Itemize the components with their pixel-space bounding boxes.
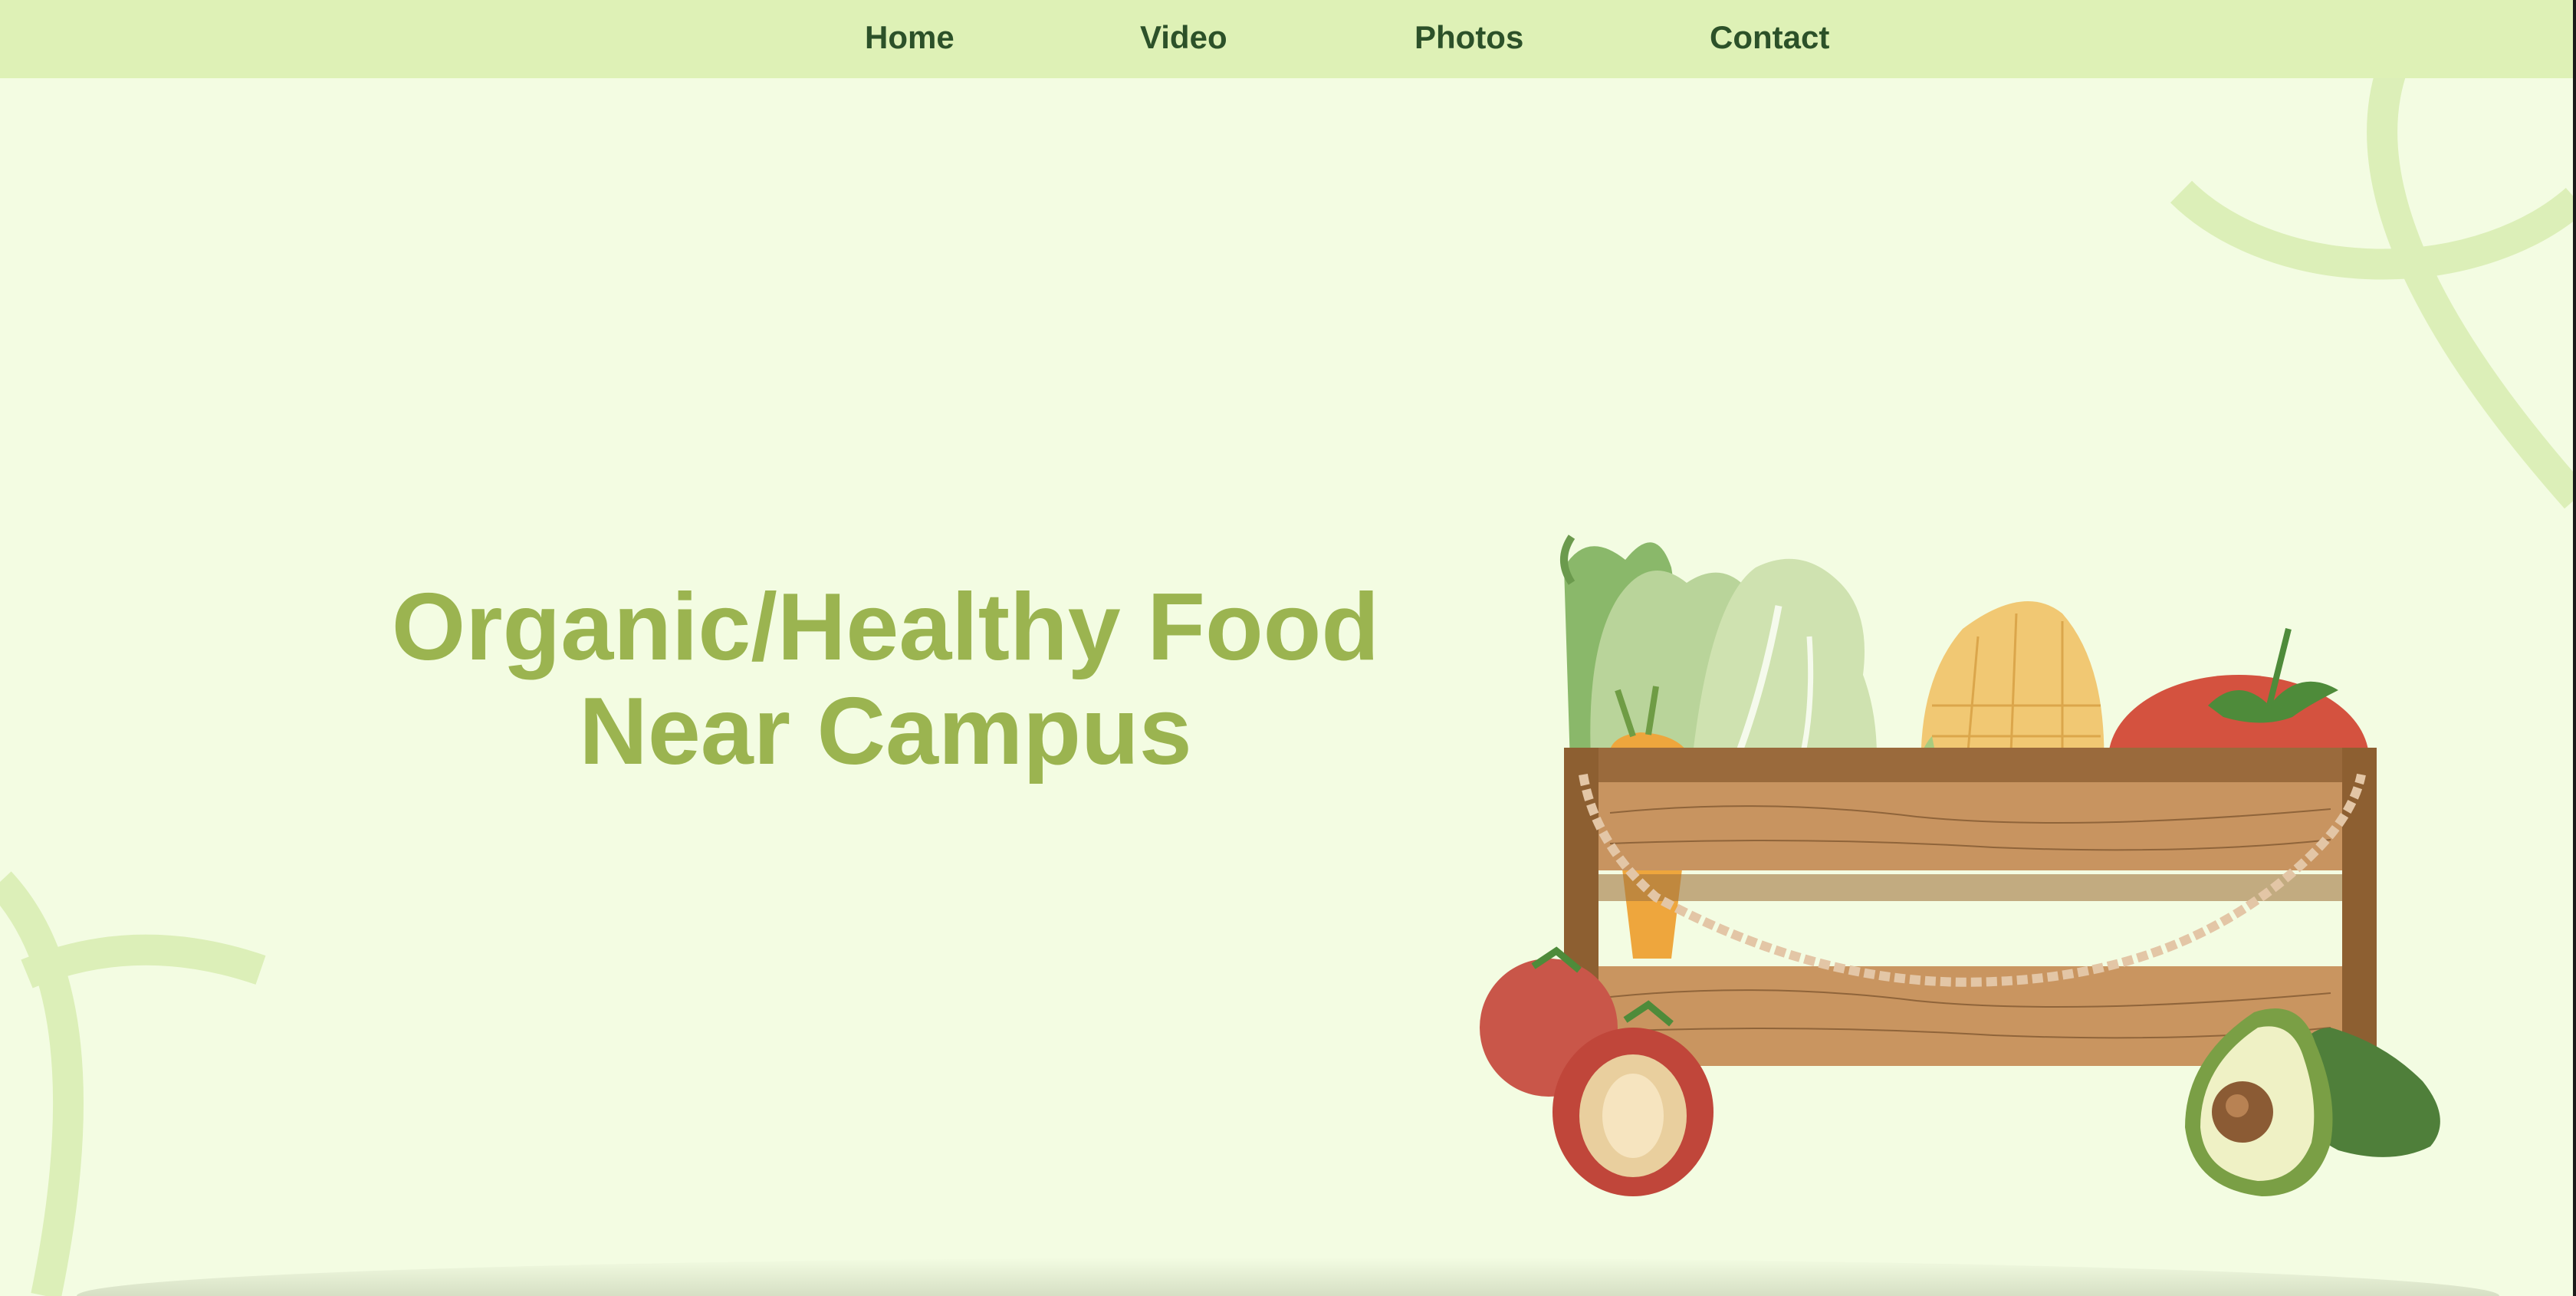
hero-headline-line1: Organic/Healthy Food (391, 574, 1380, 680)
window-edge (2573, 0, 2576, 1296)
vegetable-crate-illustration (1480, 535, 2440, 1196)
nav-link-photos[interactable]: Photos (1414, 0, 1523, 75)
top-navbar: Home Video Photos Contact (0, 0, 2576, 78)
nav-link-contact[interactable]: Contact (1710, 0, 1829, 75)
hero-headline-line2: Near Campus (579, 679, 1192, 785)
nav-link-video[interactable]: Video (1140, 0, 1227, 75)
nav-link-home[interactable]: Home (865, 0, 955, 75)
hero-headline: Organic/Healthy Food Near Campus (337, 575, 1434, 784)
